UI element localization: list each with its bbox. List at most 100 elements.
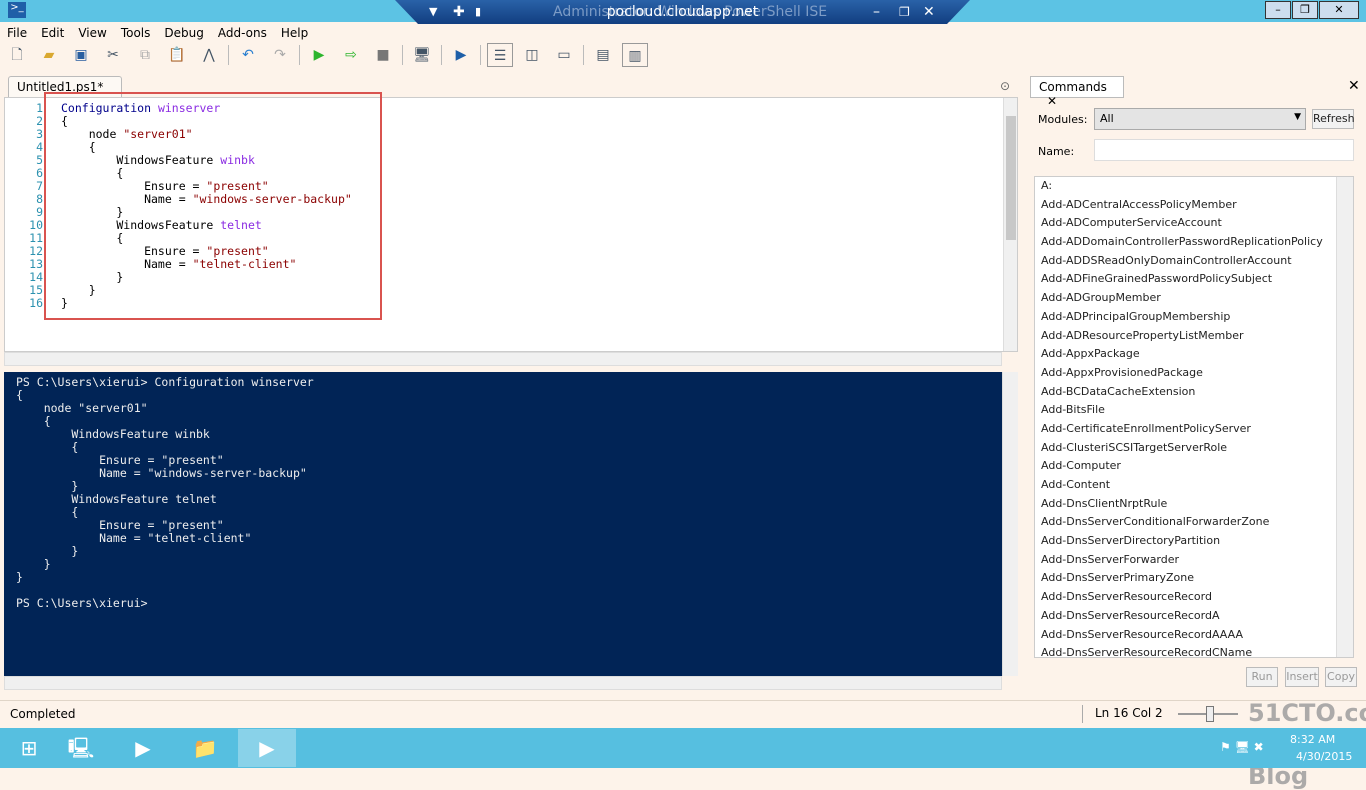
zoom-slider-thumb[interactable] (1206, 706, 1214, 722)
run-icon[interactable]: ▶ (306, 43, 332, 67)
clock-time[interactable]: 8:32 AM (1290, 733, 1335, 746)
command-item[interactable]: Add-ADCentralAccessPolicyMember (1035, 196, 1353, 215)
commands-scrollbar[interactable] (1336, 177, 1353, 657)
stop-icon[interactable]: ■ (370, 43, 396, 67)
divider (228, 45, 229, 65)
show-commands-icon[interactable]: ▥ (622, 43, 648, 67)
undo-icon[interactable]: ↶ (235, 43, 261, 67)
menu-view[interactable]: View (71, 24, 113, 42)
rdp-restore-icon[interactable]: ❐ (899, 0, 910, 24)
copy-button[interactable]: Copy (1325, 667, 1357, 687)
show-script-icon[interactable]: ▤ (590, 43, 616, 67)
file-explorer-icon[interactable]: 📁 (176, 729, 234, 767)
modules-value: All (1100, 112, 1114, 125)
command-item[interactable]: Add-BitsFile (1035, 401, 1353, 420)
zoom-slider[interactable] (1178, 706, 1238, 722)
command-item[interactable]: Add-DnsServerResourceRecord (1035, 588, 1353, 607)
command-item[interactable]: Add-ADComputerServiceAccount (1035, 214, 1353, 233)
rdp-close-icon[interactable]: ✕ (923, 0, 935, 24)
collapse-script-pane-icon[interactable]: ⊙ (1000, 79, 1010, 93)
clear-icon[interactable]: ⋀ (196, 43, 222, 67)
toolbar: 🗋 ▰ ▣ ✂ ⧉ 📋 ⋀ ↶ ↷ ▶ ⇨ ■ 🖥 ▶ ☰ ◫ ▭ ▤ ▥ (4, 42, 648, 68)
maximize-button[interactable]: ❐ (1292, 1, 1318, 19)
command-item[interactable]: Add-ADDSReadOnlyDomainControllerAccount (1035, 252, 1353, 271)
powershell-app-icon: >_ (8, 2, 26, 18)
name-input[interactable] (1094, 139, 1354, 161)
command-item[interactable]: Add-CertificateEnrollmentPolicyServer (1035, 420, 1353, 439)
start-button[interactable]: ⊞ (0, 729, 58, 767)
editor-vertical-scrollbar[interactable] (1003, 98, 1017, 351)
command-item[interactable]: A: (1035, 177, 1353, 196)
modules-select[interactable]: All ▼ (1094, 108, 1306, 130)
run-button[interactable]: Run (1246, 667, 1278, 687)
run-selection-icon[interactable]: ⇨ (338, 43, 364, 67)
server-manager-icon[interactable]: 🖳 (52, 729, 110, 767)
command-item[interactable]: Add-ADFineGrainedPasswordPolicySubject (1035, 270, 1353, 289)
menu-file[interactable]: File (0, 24, 34, 42)
tab-commands[interactable]: Commands ✕ (1030, 76, 1124, 108)
powershell-icon[interactable]: ▶ (448, 43, 474, 67)
cursor-position: Ln 16 Col 2 (1095, 706, 1163, 720)
command-item[interactable]: Add-ADResourcePropertyListMember (1035, 327, 1353, 346)
command-item[interactable]: Add-DnsServerResourceRecordAAAA (1035, 626, 1353, 645)
copy-icon[interactable]: ⧉ (132, 43, 158, 67)
command-item[interactable]: Add-DnsServerForwarder (1035, 551, 1353, 570)
command-item[interactable]: Add-AppxPackage (1035, 345, 1353, 364)
pin-dropdown-icon[interactable]: ▼ (429, 0, 437, 24)
paste-icon[interactable]: 📋 (164, 43, 190, 67)
chevron-down-icon: ▼ (1294, 112, 1301, 122)
close-commands-tab-icon[interactable]: ✕ (1047, 94, 1057, 108)
divider (441, 45, 442, 65)
command-item[interactable]: Add-ADDomainControllerPasswordReplicatio… (1035, 233, 1353, 252)
commands-tab-label: Commands (1039, 80, 1107, 94)
tray-icons[interactable]: ⚑ 🖥 ✖ (1220, 740, 1264, 754)
divider (480, 45, 481, 65)
menu-help[interactable]: Help (274, 24, 315, 42)
layout-top-icon[interactable]: ☰ (487, 43, 513, 67)
status-text: Completed (10, 707, 76, 721)
close-button[interactable]: ✕ (1319, 1, 1359, 19)
command-item[interactable]: Add-Computer (1035, 457, 1353, 476)
refresh-button[interactable]: Refresh (1312, 109, 1355, 129)
pin-icon[interactable]: ✚ (453, 0, 465, 24)
layout-max-icon[interactable]: ▭ (551, 43, 577, 67)
signal-icon: ▮ (475, 5, 482, 18)
layout-right-icon[interactable]: ◫ (519, 43, 545, 67)
menu-edit[interactable]: Edit (34, 24, 71, 42)
command-item[interactable]: Add-DnsServerDirectoryPartition (1035, 532, 1353, 551)
minimize-button[interactable]: – (1265, 1, 1291, 19)
command-item[interactable]: Add-DnsServerResourceRecordCName (1035, 644, 1353, 657)
command-item[interactable]: Add-ADGroupMember (1035, 289, 1353, 308)
command-item[interactable]: Add-DnsServerPrimaryZone (1035, 569, 1353, 588)
command-item[interactable]: Add-DnsServerConditionalForwarderZone (1035, 513, 1353, 532)
rdp-minimize-icon[interactable]: – (873, 0, 880, 24)
insert-button[interactable]: Insert (1285, 667, 1319, 687)
command-item[interactable]: Add-DnsClientNrptRule (1035, 495, 1353, 514)
scroll-thumb[interactable] (1006, 116, 1016, 240)
console-horizontal-scrollbar[interactable] (4, 676, 1002, 690)
close-commands-pane-icon[interactable]: ✕ (1348, 78, 1360, 94)
new-icon[interactable]: 🗋 (4, 43, 30, 67)
redo-icon[interactable]: ↷ (267, 43, 293, 67)
menu-addons[interactable]: Add-ons (211, 24, 274, 42)
save-icon[interactable]: ▣ (68, 43, 94, 67)
clock-date[interactable]: 4/30/2015 (1296, 750, 1352, 763)
command-item[interactable]: Add-BCDataCacheExtension (1035, 383, 1353, 402)
remote-icon[interactable]: 🖥 (409, 43, 435, 67)
menu-debug[interactable]: Debug (157, 24, 210, 42)
console-vertical-scrollbar[interactable] (1002, 372, 1018, 676)
editor-horizontal-scrollbar[interactable] (4, 352, 1002, 366)
powershell-ise-taskbar-icon[interactable]: ▶ (238, 729, 296, 767)
command-item[interactable]: Add-Content (1035, 476, 1353, 495)
line-number: 16 (29, 296, 43, 310)
command-item[interactable]: Add-ClusteriSCSITargetServerRole (1035, 439, 1353, 458)
powershell-taskbar-icon[interactable]: ▶ (114, 729, 172, 767)
menu-tools[interactable]: Tools (114, 24, 158, 42)
cut-icon[interactable]: ✂ (100, 43, 126, 67)
console-pane[interactable]: PS C:\Users\xierui> Configuration winser… (4, 372, 1002, 676)
command-item[interactable]: Add-AppxProvisionedPackage (1035, 364, 1353, 383)
command-item[interactable]: Add-DnsServerResourceRecordA (1035, 607, 1353, 626)
commands-list[interactable]: A: Add-ADCentralAccessPolicyMember Add-ADC… (1034, 176, 1354, 658)
open-icon[interactable]: ▰ (36, 43, 62, 67)
command-item[interactable]: Add-ADPrincipalGroupMembership (1035, 308, 1353, 327)
